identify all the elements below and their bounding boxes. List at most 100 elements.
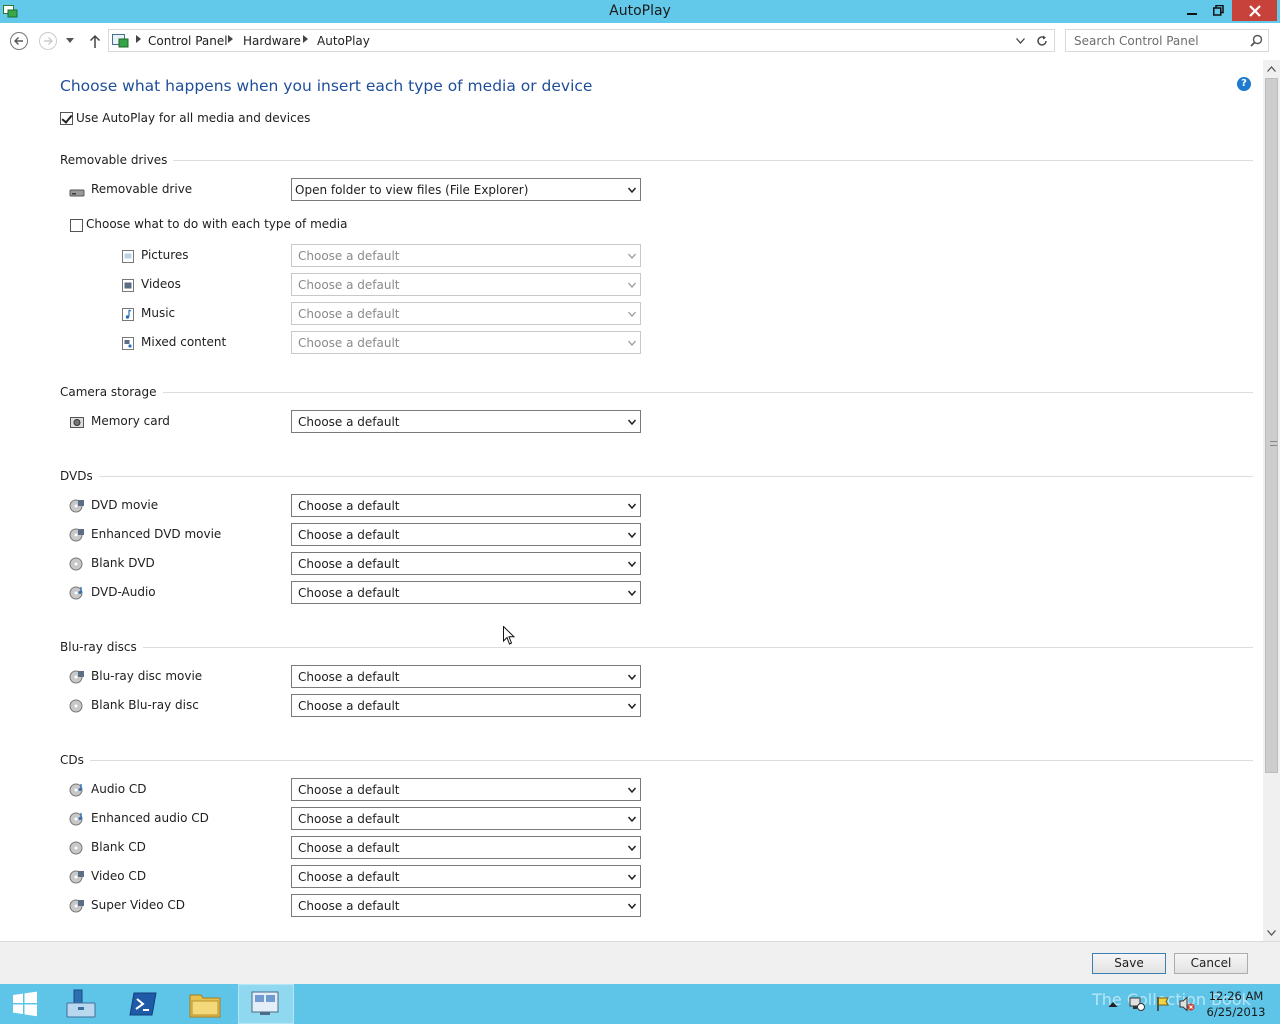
dvd-audio-label: DVD-Audio [91,585,156,599]
section-camera-storage: Camera storage [60,385,1253,399]
videos-select[interactable]: Choose a default [291,273,641,296]
cancel-button[interactable]: Cancel [1174,953,1248,974]
folder-icon [189,994,221,1018]
section-divider [60,760,1253,761]
super-video-cd-label: Super Video CD [91,898,186,912]
dvd-movie-label: DVD movie [91,498,159,512]
chevron-down-icon [628,703,636,710]
use-autoplay-label[interactable]: Use AutoPlay for all media and devices [76,111,310,125]
bluray-movie-label: Blu-ray disc movie [91,669,203,683]
restore-button[interactable] [1205,0,1232,21]
pictures-label: Pictures [141,248,189,262]
up-button[interactable] [85,31,105,51]
select-value: Choose a default [298,841,400,855]
address-bar[interactable]: Control Panel Hardware AutoPlay [108,29,1055,52]
close-button[interactable] [1232,0,1277,21]
system-clock[interactable]: 12:26 AM 6/25/2013 [1206,988,1266,1020]
main-content: Choose what happens when you insert each… [0,60,1263,940]
enhanced-audio-cd-select[interactable]: Choose a default [291,807,641,830]
select-value: Choose a default [298,783,400,797]
dvd-movie-select[interactable]: Choose a default [291,494,641,517]
vertical-scrollbar[interactable] [1263,60,1280,941]
videos-label: Videos [141,277,181,291]
audio-cd-icon [69,783,83,797]
windows-logo-icon [13,991,37,1017]
section-title: Blu-ray discs [60,640,143,654]
enhanced-dvd-movie-select[interactable]: Choose a default [291,523,641,546]
breadcrumb-control-panel[interactable]: Control Panel [148,34,228,48]
audio-cd-select[interactable]: Choose a default [291,778,641,801]
chevron-up-icon [1267,65,1276,72]
scroll-thumb[interactable] [1265,78,1278,773]
select-value: Choose a default [298,415,400,429]
section-removable-drives: Removable drives [60,153,1253,167]
chevron-down-icon [628,874,636,881]
select-value: Choose a default [298,336,400,350]
section-bluray-discs: Blu-ray discs [60,640,1253,654]
breadcrumb-separator-icon [228,35,233,43]
blank-cd-icon [69,841,83,855]
memory-card-select[interactable]: Choose a default [291,410,641,433]
show-hidden-icons-icon[interactable] [1108,1001,1118,1008]
forward-button[interactable] [38,31,58,51]
back-button[interactable] [9,31,29,51]
search-input[interactable]: Search Control Panel [1074,34,1199,48]
title-bar: AutoPlay [0,0,1280,23]
help-icon[interactable]: ? [1237,77,1251,91]
minimize-button[interactable] [1178,0,1205,21]
blank-bluray-select[interactable]: Choose a default [291,694,641,717]
choose-media-checkbox[interactable] [70,219,83,232]
save-button[interactable]: Save [1092,953,1166,974]
volume-muted-icon[interactable] [1179,996,1195,1012]
section-divider [60,392,1253,393]
video-cd-label: Video CD [91,869,147,883]
recent-locations-button[interactable] [63,31,77,51]
section-title: CDs [60,753,90,767]
chevron-down-icon [628,903,636,910]
section-dvds: DVDs [60,469,1253,483]
start-button[interactable] [0,984,50,1024]
scroll-down-button[interactable] [1263,924,1280,941]
clock-date: 6/25/2013 [1206,1005,1266,1019]
file-explorer-taskbar-button[interactable] [177,984,233,1024]
blank-cd-select[interactable]: Choose a default [291,836,641,859]
refresh-button[interactable] [1035,34,1049,48]
use-autoplay-checkbox[interactable] [60,112,73,125]
mixed-content-select[interactable]: Choose a default [291,331,641,354]
server-manager-taskbar-button[interactable] [53,984,109,1024]
section-cds: CDs [60,753,1253,767]
enhanced-dvd-movie-label: Enhanced DVD movie [91,527,222,541]
chevron-down-icon [66,38,74,43]
search-icon[interactable] [1250,34,1263,47]
network-icon[interactable] [1129,996,1145,1012]
scroll-up-button[interactable] [1263,60,1280,77]
section-divider [60,476,1253,477]
enhanced-dvd-movie-icon [69,528,84,542]
chevron-down-icon [628,532,636,539]
powershell-taskbar-button[interactable] [115,984,171,1024]
removable-drive-select[interactable]: Open folder to view files (File Explorer… [291,178,641,201]
pictures-select[interactable]: Choose a default [291,244,641,267]
select-value: Choose a default [298,670,400,684]
bluray-movie-select[interactable]: Choose a default [291,665,641,688]
address-dropdown-button[interactable] [1013,34,1027,48]
blank-dvd-select[interactable]: Choose a default [291,552,641,575]
choose-media-label[interactable]: Choose what to do with each type of medi… [86,217,347,231]
section-title: Camera storage [60,385,163,399]
select-value: Choose a default [298,557,400,571]
memory-card-icon [70,417,84,428]
up-arrow-icon [89,34,101,48]
video-cd-select[interactable]: Choose a default [291,865,641,888]
breadcrumb-hardware[interactable]: Hardware [243,34,301,48]
chevron-down-icon [628,787,636,794]
music-select[interactable]: Choose a default [291,302,641,325]
mixed-content-icon [122,337,134,350]
super-video-cd-select[interactable]: Choose a default [291,894,641,917]
chevron-down-icon [628,845,636,852]
search-box[interactable]: Search Control Panel [1065,29,1269,52]
action-center-flag-icon[interactable] [1155,996,1171,1012]
breadcrumb-autoplay[interactable]: AutoPlay [317,34,370,48]
dvd-audio-select[interactable]: Choose a default [291,581,641,604]
control-panel-taskbar-button[interactable] [238,984,294,1024]
chevron-down-icon [628,674,636,681]
